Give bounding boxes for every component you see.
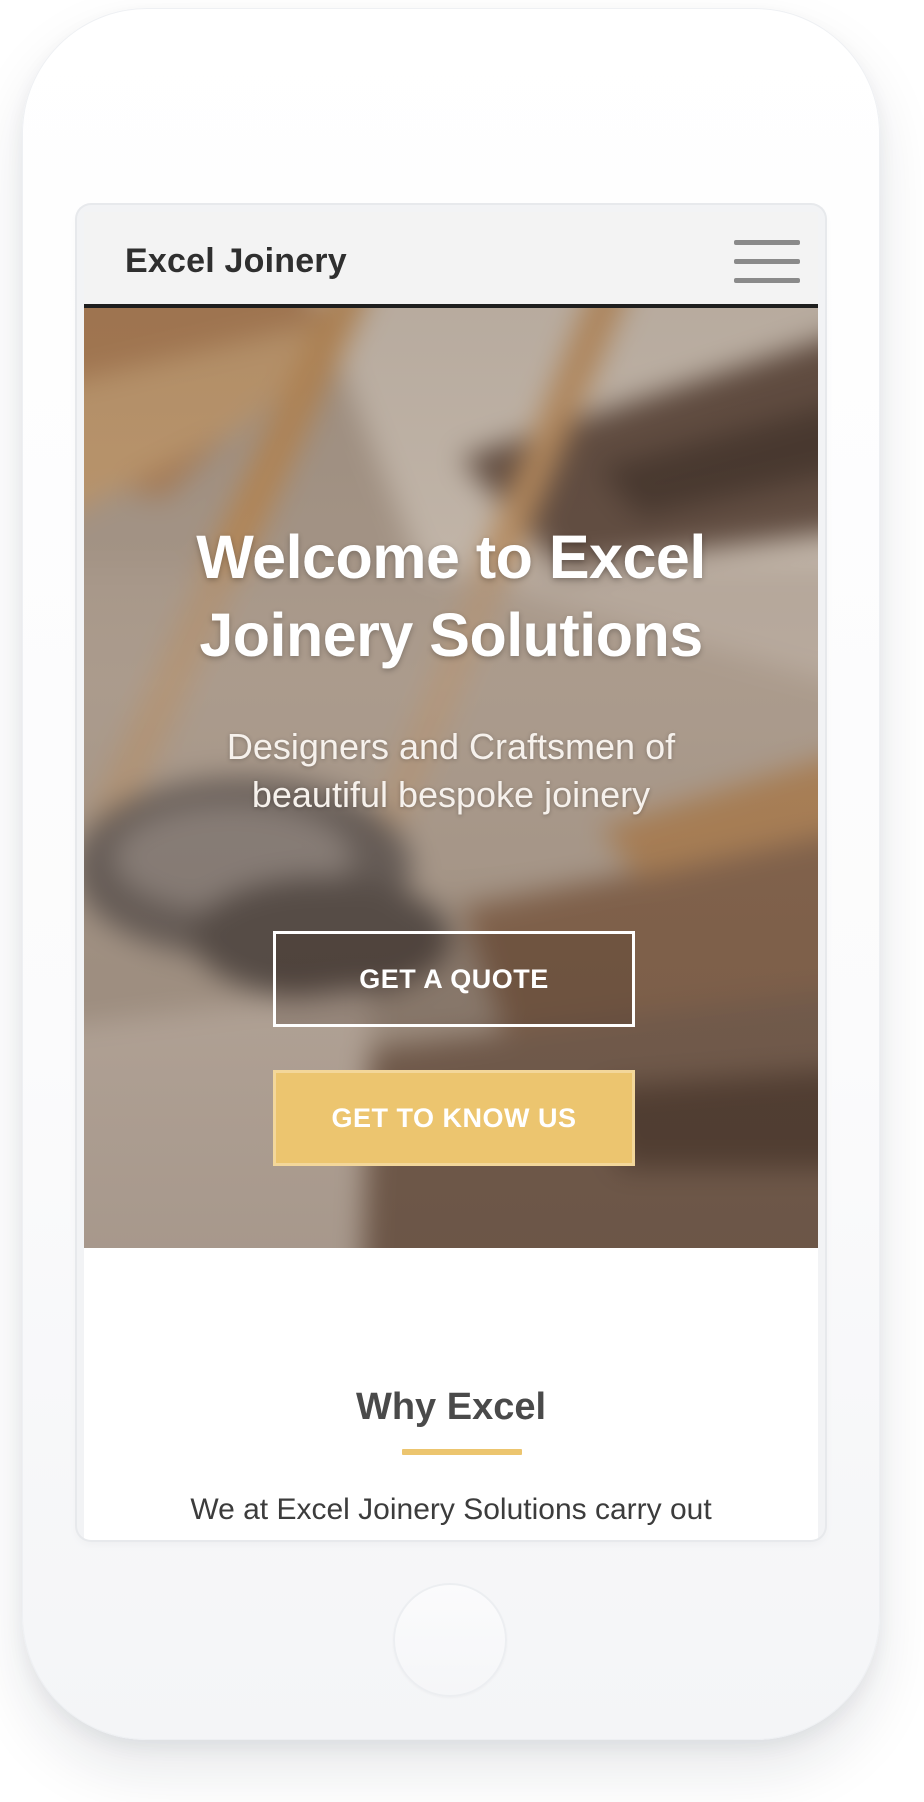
get-a-quote-button[interactable]: GET A QUOTE: [273, 931, 635, 1027]
menu-bar: [734, 259, 800, 264]
device-mockup-stage: Excel Joinery Welcome to Excel Joinery S…: [0, 0, 924, 1802]
why-excel-text: We at Excel Joinery Solutions carry out: [190, 1493, 712, 1526]
brand-logo-text[interactable]: Excel Joinery: [125, 242, 347, 281]
home-button-icon[interactable]: [393, 1583, 507, 1697]
menu-bar: [734, 278, 800, 283]
web-page: Excel Joinery Welcome to Excel Joinery S…: [84, 212, 818, 1540]
why-excel-heading: Why Excel: [355, 1386, 547, 1428]
get-to-know-us-button[interactable]: GET TO KNOW US: [273, 1070, 635, 1166]
menu-bar: [734, 240, 800, 245]
site-header: Excel Joinery: [84, 212, 818, 308]
phone-screen: Excel Joinery Welcome to Excel Joinery S…: [77, 205, 825, 1540]
hero-content: Welcome to Excel Joinery Solutions Desig…: [84, 308, 818, 1248]
hero-subtitle: Designers and Craftsmen of beautiful bes…: [226, 726, 676, 815]
heading-underline: [402, 1449, 522, 1455]
hero-title: Welcome to Excel Joinery Solutions: [196, 523, 706, 669]
hero-section: Welcome to Excel Joinery Solutions Desig…: [84, 308, 818, 1248]
hamburger-menu-icon[interactable]: [734, 240, 800, 288]
